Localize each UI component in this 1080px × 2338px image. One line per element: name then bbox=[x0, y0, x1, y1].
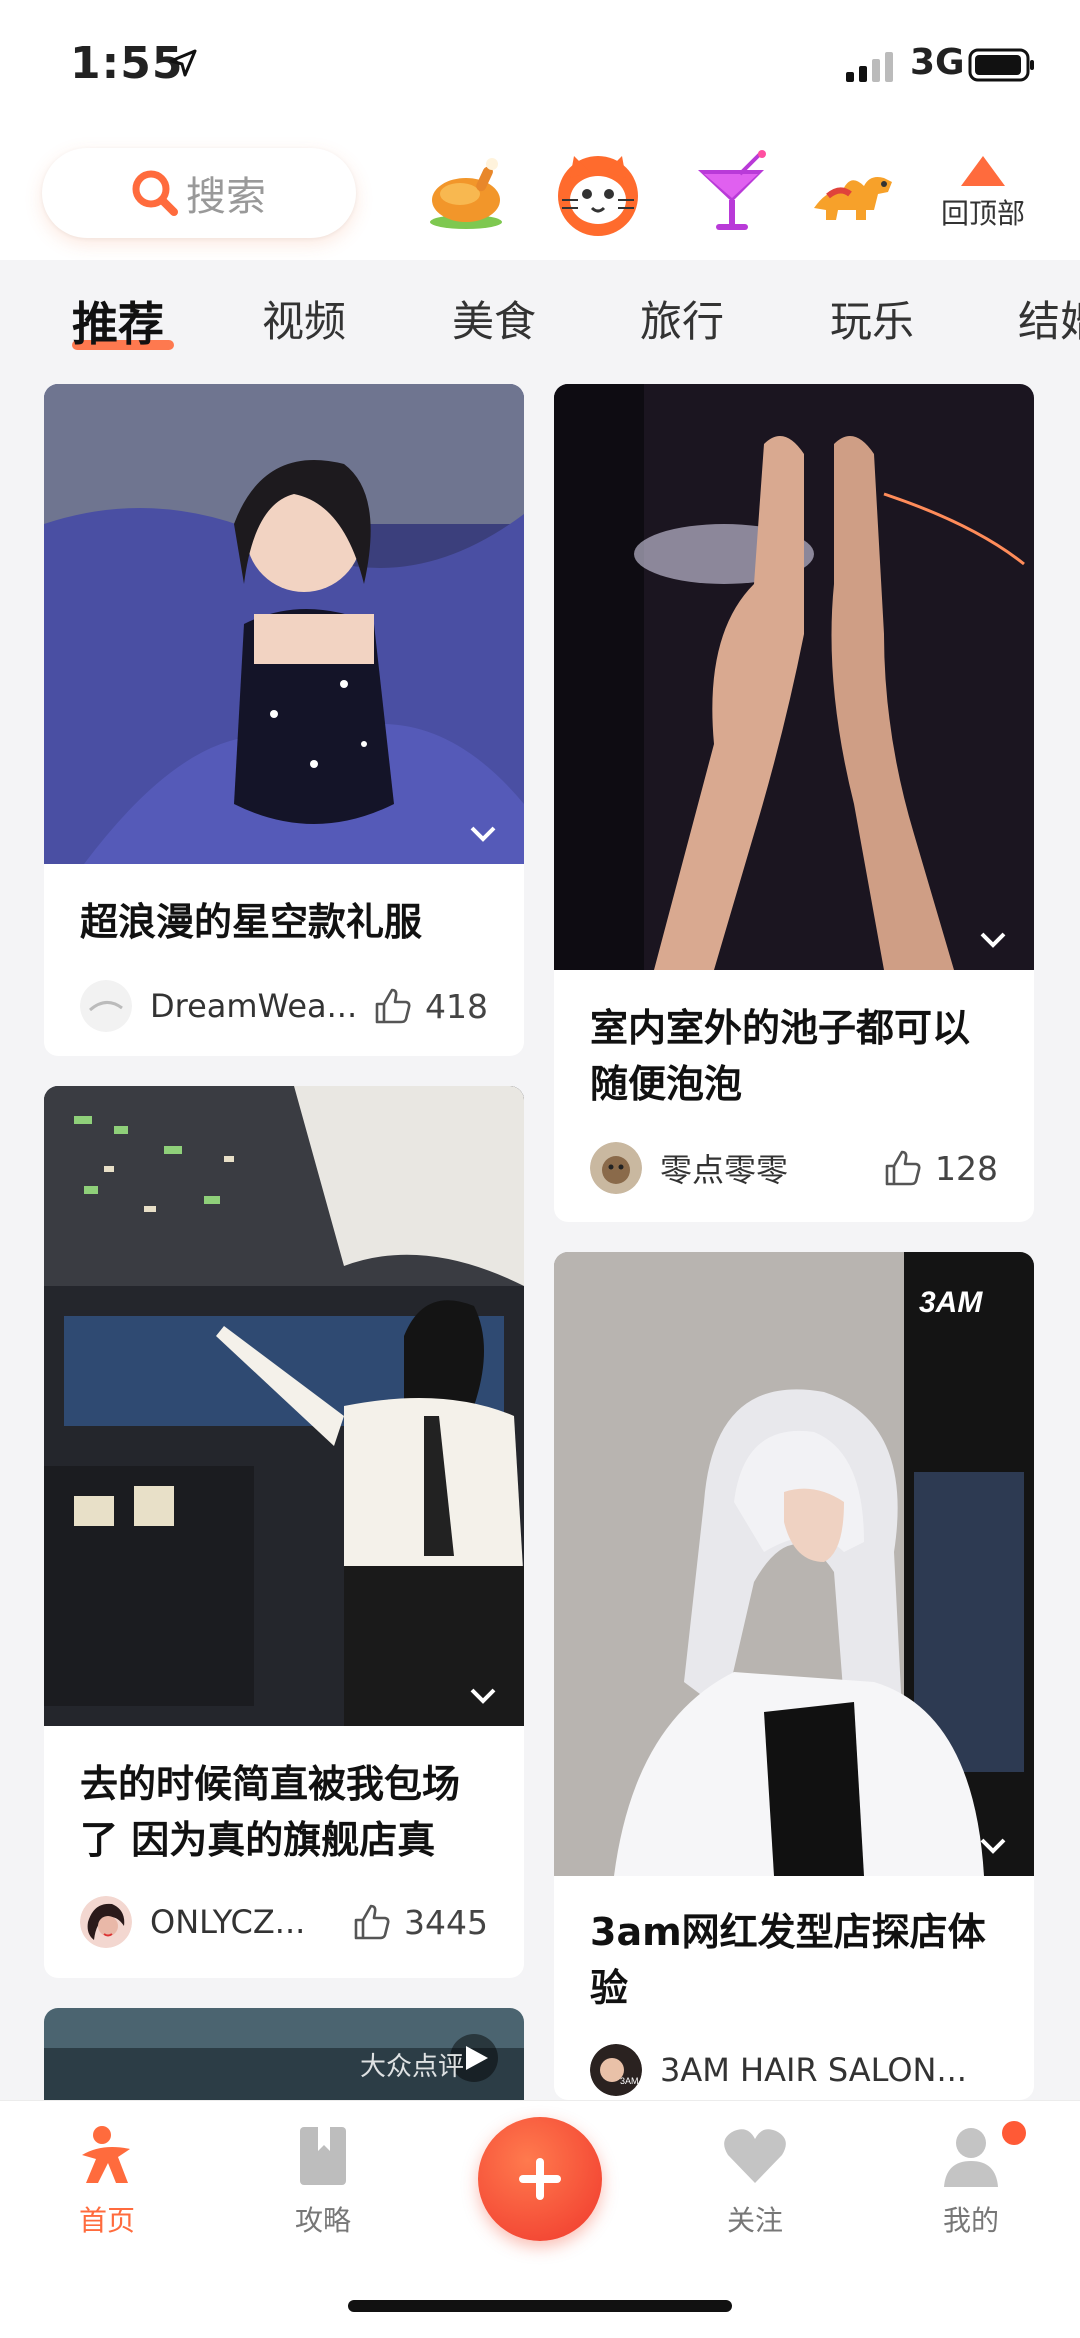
heart-icon bbox=[724, 2129, 786, 2183]
feed-card[interactable]: 室内室外的池子都可以随便泡泡 零点零零 128 bbox=[554, 384, 1034, 1222]
card-meta: ONLYCZ... 3445 bbox=[80, 1894, 488, 1950]
avatar[interactable] bbox=[590, 1142, 642, 1194]
tab-travel[interactable]: 旅行 bbox=[640, 288, 724, 349]
like-button[interactable]: 418 bbox=[373, 986, 488, 1026]
status-time: 1:55 bbox=[70, 38, 184, 89]
profile-icon bbox=[944, 2128, 998, 2187]
camel-icon[interactable] bbox=[808, 148, 900, 240]
avatar[interactable]: 3AM bbox=[590, 2044, 642, 2096]
signal-icon bbox=[846, 52, 893, 82]
woman-in-starry-gown-photo bbox=[44, 384, 524, 864]
card-title: 室内室外的池子都可以随便泡泡 bbox=[590, 1006, 971, 1106]
chevron-down-icon[interactable] bbox=[468, 1686, 498, 1706]
location-arrow-icon bbox=[169, 49, 197, 77]
like-count: 3445 bbox=[404, 1902, 488, 1942]
video-watermark: 大众点评 bbox=[360, 2052, 465, 2082]
tab-me-label: 我的 bbox=[942, 2204, 999, 2237]
cockpit-photo bbox=[44, 1086, 524, 1726]
salon-sign-text: 3AM bbox=[919, 1286, 983, 1319]
tab-follow-label: 关注 bbox=[726, 2204, 783, 2237]
bookmark-icon bbox=[300, 2127, 346, 2185]
chevron-down-icon[interactable] bbox=[468, 824, 498, 844]
like-count: 128 bbox=[935, 1148, 998, 1188]
thumbs-up-icon bbox=[885, 1150, 921, 1186]
author-name[interactable]: ONLYCZ... bbox=[150, 1903, 352, 1941]
card-title: 去的时候简直被我包场了 因为真的旗舰店真 bbox=[80, 1762, 461, 1862]
search-placeholder: 搜索 bbox=[186, 174, 266, 220]
home-icon bbox=[82, 2126, 130, 2183]
tab-video[interactable]: 视频 bbox=[262, 288, 346, 349]
cocktail-icon[interactable] bbox=[686, 148, 778, 240]
card-title: 3am网红发型店探店体验 bbox=[590, 1910, 986, 2010]
roast-chicken-icon[interactable] bbox=[420, 148, 512, 240]
author-name[interactable]: DreamWea... bbox=[150, 987, 373, 1025]
home-indicator bbox=[348, 2300, 732, 2312]
battery-icon bbox=[968, 48, 1034, 82]
card-meta: 零点零零 128 bbox=[590, 1140, 998, 1196]
plus-icon bbox=[519, 2158, 561, 2200]
avatar[interactable] bbox=[80, 1896, 132, 1948]
thumbs-up-icon bbox=[375, 988, 411, 1024]
back-to-top-button[interactable]: 回顶部 bbox=[928, 154, 1038, 244]
legs-in-pool-photo bbox=[554, 384, 1034, 970]
tab-guide-label: 攻略 bbox=[294, 2204, 351, 2237]
author-name[interactable]: 3AM HAIR SALON... bbox=[660, 2051, 998, 2089]
cat-face-icon[interactable] bbox=[552, 148, 644, 240]
tab-guide[interactable]: 攻略 bbox=[248, 2121, 398, 2239]
notification-dot bbox=[1002, 2121, 1026, 2145]
chevron-down-icon[interactable] bbox=[978, 930, 1008, 950]
like-button[interactable]: 128 bbox=[883, 1148, 998, 1188]
thumbs-up-icon bbox=[354, 1904, 390, 1940]
author-name[interactable]: 零点零零 bbox=[660, 1145, 883, 1191]
search-input[interactable]: 搜索 bbox=[42, 148, 356, 238]
card-meta: 3AM 3AM HAIR SALON... bbox=[590, 2042, 998, 2098]
tab-home-label: 首页 bbox=[78, 2204, 135, 2237]
back-to-top-label: 回顶部 bbox=[940, 197, 1025, 230]
like-count: 418 bbox=[425, 986, 488, 1026]
up-triangle-icon bbox=[961, 156, 1005, 186]
network-type: 3G bbox=[910, 42, 965, 83]
avatar-logo-text: 3AM bbox=[620, 2076, 639, 2086]
chevron-down-icon[interactable] bbox=[978, 1836, 1008, 1856]
tab-follow[interactable]: 关注 bbox=[680, 2121, 830, 2239]
tab-food[interactable]: 美食 bbox=[452, 288, 536, 349]
add-post-button[interactable] bbox=[478, 2117, 602, 2241]
feed-card[interactable]: 超浪漫的星空款礼服 DreamWea... 418 bbox=[44, 384, 524, 1056]
status-bar: 1:55 3G bbox=[0, 0, 1080, 130]
card-meta: DreamWea... 418 bbox=[80, 978, 488, 1034]
tab-recommend[interactable]: 推荐 bbox=[72, 288, 164, 354]
card-title: 超浪漫的星空款礼服 bbox=[80, 900, 423, 944]
tab-wedding[interactable]: 结婚 bbox=[1018, 288, 1080, 349]
like-button[interactable]: 3445 bbox=[352, 1902, 488, 1942]
silver-hair-salon-photo: 3AM bbox=[554, 1252, 1034, 1876]
search-icon bbox=[132, 170, 178, 216]
avatar[interactable] bbox=[80, 980, 132, 1032]
feed-card[interactable]: 3AM 3am网红发型店探店体验 3AM 3AM HAIR SALON... bbox=[554, 1252, 1034, 2100]
category-tabs: 推荐 视频 美食 旅行 玩乐 结婚 bbox=[0, 260, 1080, 370]
feed-card[interactable]: 去的时候简直被我包场了 因为真的旗舰店真 ONLYCZ... 3445 bbox=[44, 1086, 524, 1978]
tab-fun[interactable]: 玩乐 bbox=[830, 288, 914, 349]
header-bar: 搜索 回顶部 bbox=[0, 130, 1080, 260]
tab-home[interactable]: 首页 bbox=[32, 2121, 182, 2239]
